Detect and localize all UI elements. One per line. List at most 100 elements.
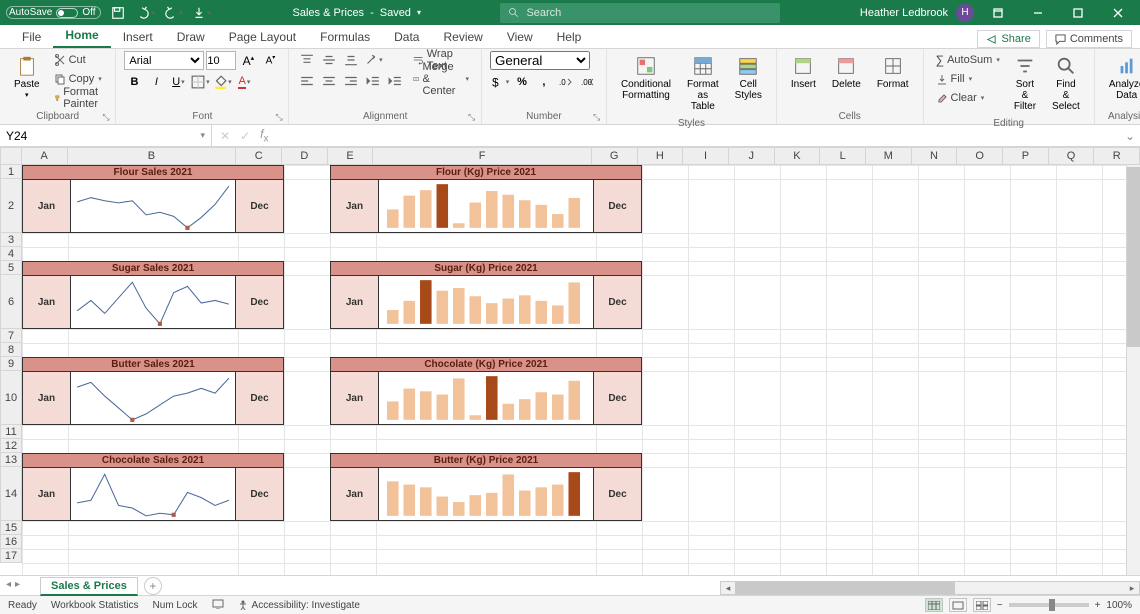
column-header[interactable]: B (68, 147, 237, 165)
enter-formula-button[interactable]: ✓ (240, 129, 250, 143)
percent-button[interactable]: % (512, 73, 532, 91)
column-header[interactable]: A (22, 147, 68, 165)
close-button[interactable] (1102, 0, 1134, 25)
row-header[interactable]: 2 (0, 179, 22, 233)
column-header[interactable]: F (373, 147, 591, 165)
border-button[interactable] (190, 73, 210, 91)
undo-button[interactable] (135, 3, 157, 23)
font-launcher[interactable]: ⤡ (275, 112, 285, 122)
analyze-data-button[interactable]: Analyze Data (1103, 51, 1140, 105)
accessibility-button[interactable]: Accessibility: Investigate (238, 600, 360, 611)
column-header[interactable]: C (236, 147, 282, 165)
horizontal-scrollbar[interactable]: ◂ ▸ (720, 581, 1140, 595)
align-left-button[interactable] (297, 72, 317, 90)
page-break-view-button[interactable] (973, 598, 991, 612)
add-sheet-button[interactable]: + (144, 577, 162, 595)
cut-button[interactable]: Cut (50, 51, 108, 69)
sheet-nav-prev[interactable]: ◂ (6, 579, 11, 590)
row-header[interactable]: 11 (0, 425, 22, 439)
column-header[interactable]: H (638, 147, 684, 165)
maximize-button[interactable] (1062, 0, 1094, 25)
align-top-button[interactable] (297, 51, 317, 69)
zoom-in-button[interactable]: + (1095, 600, 1101, 611)
workbook-stats-button[interactable]: Workbook Statistics (51, 600, 139, 611)
italic-button[interactable]: I (146, 73, 166, 91)
redo-button[interactable] (163, 3, 185, 23)
font-name-select[interactable]: Arial (124, 51, 204, 70)
column-header[interactable]: D (282, 147, 328, 165)
cancel-formula-button[interactable]: ✕ (220, 129, 230, 143)
normal-view-button[interactable] (925, 598, 943, 612)
search-input[interactable]: Search (500, 3, 780, 23)
dropdown-icon[interactable]: ▾ (417, 8, 421, 17)
name-box[interactable]: Y24▾ (0, 125, 212, 146)
row-header[interactable]: 4 (0, 247, 22, 261)
tab-draw[interactable]: Draw (165, 26, 217, 48)
row-header[interactable]: 13 (0, 453, 22, 467)
font-color-button[interactable]: A (234, 73, 254, 91)
row-header[interactable]: 16 (0, 535, 22, 549)
merge-center-button[interactable]: Merge & Center (409, 70, 473, 88)
column-header[interactable]: Q (1049, 147, 1095, 165)
tab-home[interactable]: Home (53, 24, 110, 48)
column-header[interactable]: P (1003, 147, 1049, 165)
page-layout-view-button[interactable] (949, 598, 967, 612)
minimize-button[interactable] (1022, 0, 1054, 25)
number-launcher[interactable]: ⤡ (593, 112, 603, 122)
row-header[interactable]: 12 (0, 439, 22, 453)
scroll-left-button[interactable]: ◂ (721, 583, 735, 594)
alignment-launcher[interactable]: ⤡ (468, 112, 478, 122)
clear-button[interactable]: Clear (932, 89, 1004, 107)
paste-button[interactable]: Paste▾ (8, 51, 46, 104)
column-header[interactable]: N (912, 147, 958, 165)
format-cells-button[interactable]: Format (871, 51, 915, 94)
row-header[interactable]: 8 (0, 343, 22, 357)
insert-function-button[interactable]: fx (260, 127, 268, 144)
spreadsheet-grid[interactable]: ABCDEFGHIJKLMNOPQR 123456789101112131415… (0, 147, 1140, 575)
align-bottom-button[interactable] (341, 51, 361, 69)
column-header[interactable]: R (1094, 147, 1140, 165)
row-header[interactable]: 1 (0, 165, 22, 179)
ribbon-display-button[interactable] (982, 0, 1014, 25)
sort-filter-button[interactable]: Sort & Filter (1008, 51, 1042, 116)
row-header[interactable]: 10 (0, 371, 22, 425)
scroll-right-button[interactable]: ▸ (1125, 583, 1139, 594)
comments-button[interactable]: Comments (1046, 30, 1132, 48)
tab-page-layout[interactable]: Page Layout (217, 26, 308, 48)
column-header[interactable]: L (820, 147, 866, 165)
autosave-toggle[interactable]: AutoSave Off (6, 6, 101, 19)
tab-file[interactable]: File (10, 26, 53, 48)
row-header[interactable]: 7 (0, 329, 22, 343)
row-header[interactable]: 9 (0, 357, 22, 371)
column-header[interactable]: E (328, 147, 374, 165)
number-format-select[interactable]: General (490, 51, 590, 70)
fill-color-button[interactable] (212, 73, 232, 91)
tab-data[interactable]: Data (382, 26, 431, 48)
zoom-slider[interactable] (1009, 603, 1089, 607)
align-right-button[interactable] (341, 72, 361, 90)
conditional-formatting-button[interactable]: Conditional Formatting (615, 51, 677, 105)
tab-review[interactable]: Review (431, 26, 494, 48)
decrease-indent-button[interactable] (363, 72, 383, 90)
increase-font-button[interactable]: A▴ (238, 52, 258, 70)
tab-formulas[interactable]: Formulas (308, 26, 382, 48)
font-size-input[interactable] (206, 51, 236, 70)
fill-button[interactable]: Fill (932, 70, 1004, 88)
format-as-table-button[interactable]: Format as Table (681, 51, 725, 116)
touch-mode-button[interactable] (191, 3, 213, 23)
display-settings-button[interactable] (212, 599, 224, 612)
zoom-out-button[interactable]: − (997, 600, 1003, 611)
align-middle-button[interactable] (319, 51, 339, 69)
tab-help[interactable]: Help (545, 26, 594, 48)
increase-decimal-button[interactable]: .0 (556, 73, 576, 91)
decrease-font-button[interactable]: A▾ (260, 52, 280, 70)
cells-canvas[interactable]: Flour Sales 2021 Jan Dec Sugar Sales 202… (22, 165, 1140, 575)
row-header[interactable]: 3 (0, 233, 22, 247)
column-header[interactable]: K (775, 147, 821, 165)
row-header[interactable]: 14 (0, 467, 22, 521)
vertical-scrollbar[interactable] (1126, 165, 1140, 575)
comma-button[interactable]: , (534, 73, 554, 91)
row-header[interactable]: 6 (0, 275, 22, 329)
tab-insert[interactable]: Insert (111, 26, 165, 48)
column-header[interactable]: I (683, 147, 729, 165)
